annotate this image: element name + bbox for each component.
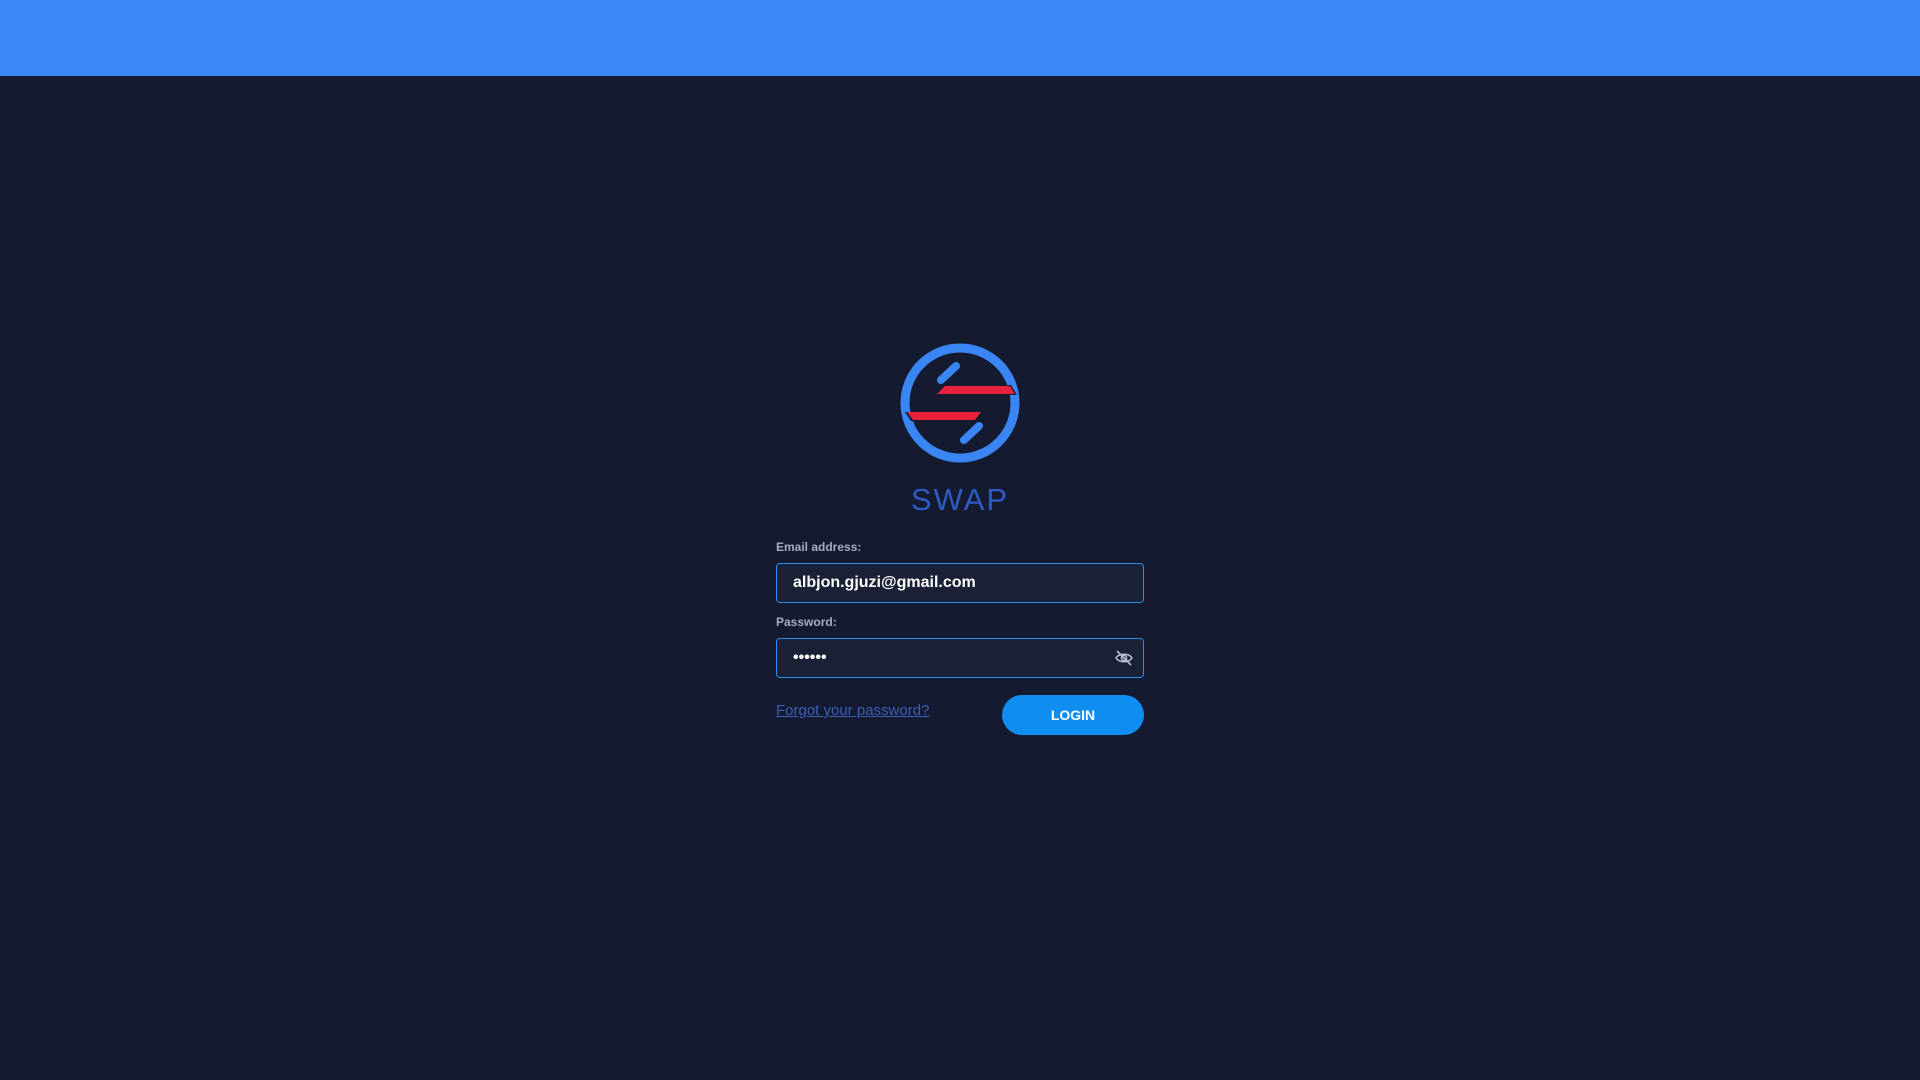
email-input[interactable] [793,564,1093,602]
email-field-box[interactable] [776,563,1144,603]
top-bar [0,0,1920,76]
eye-off-icon[interactable] [1115,650,1133,666]
password-label: Password: [776,615,837,629]
password-input[interactable] [793,639,1093,677]
forgot-password-link[interactable]: Forgot your password? [776,702,929,719]
login-button[interactable]: LOGIN [1002,695,1144,735]
password-field-box[interactable] [776,638,1144,678]
email-label: Email address: [776,540,862,554]
swap-logo-icon [900,343,1020,463]
brand-name: SWAP [910,482,1010,517]
